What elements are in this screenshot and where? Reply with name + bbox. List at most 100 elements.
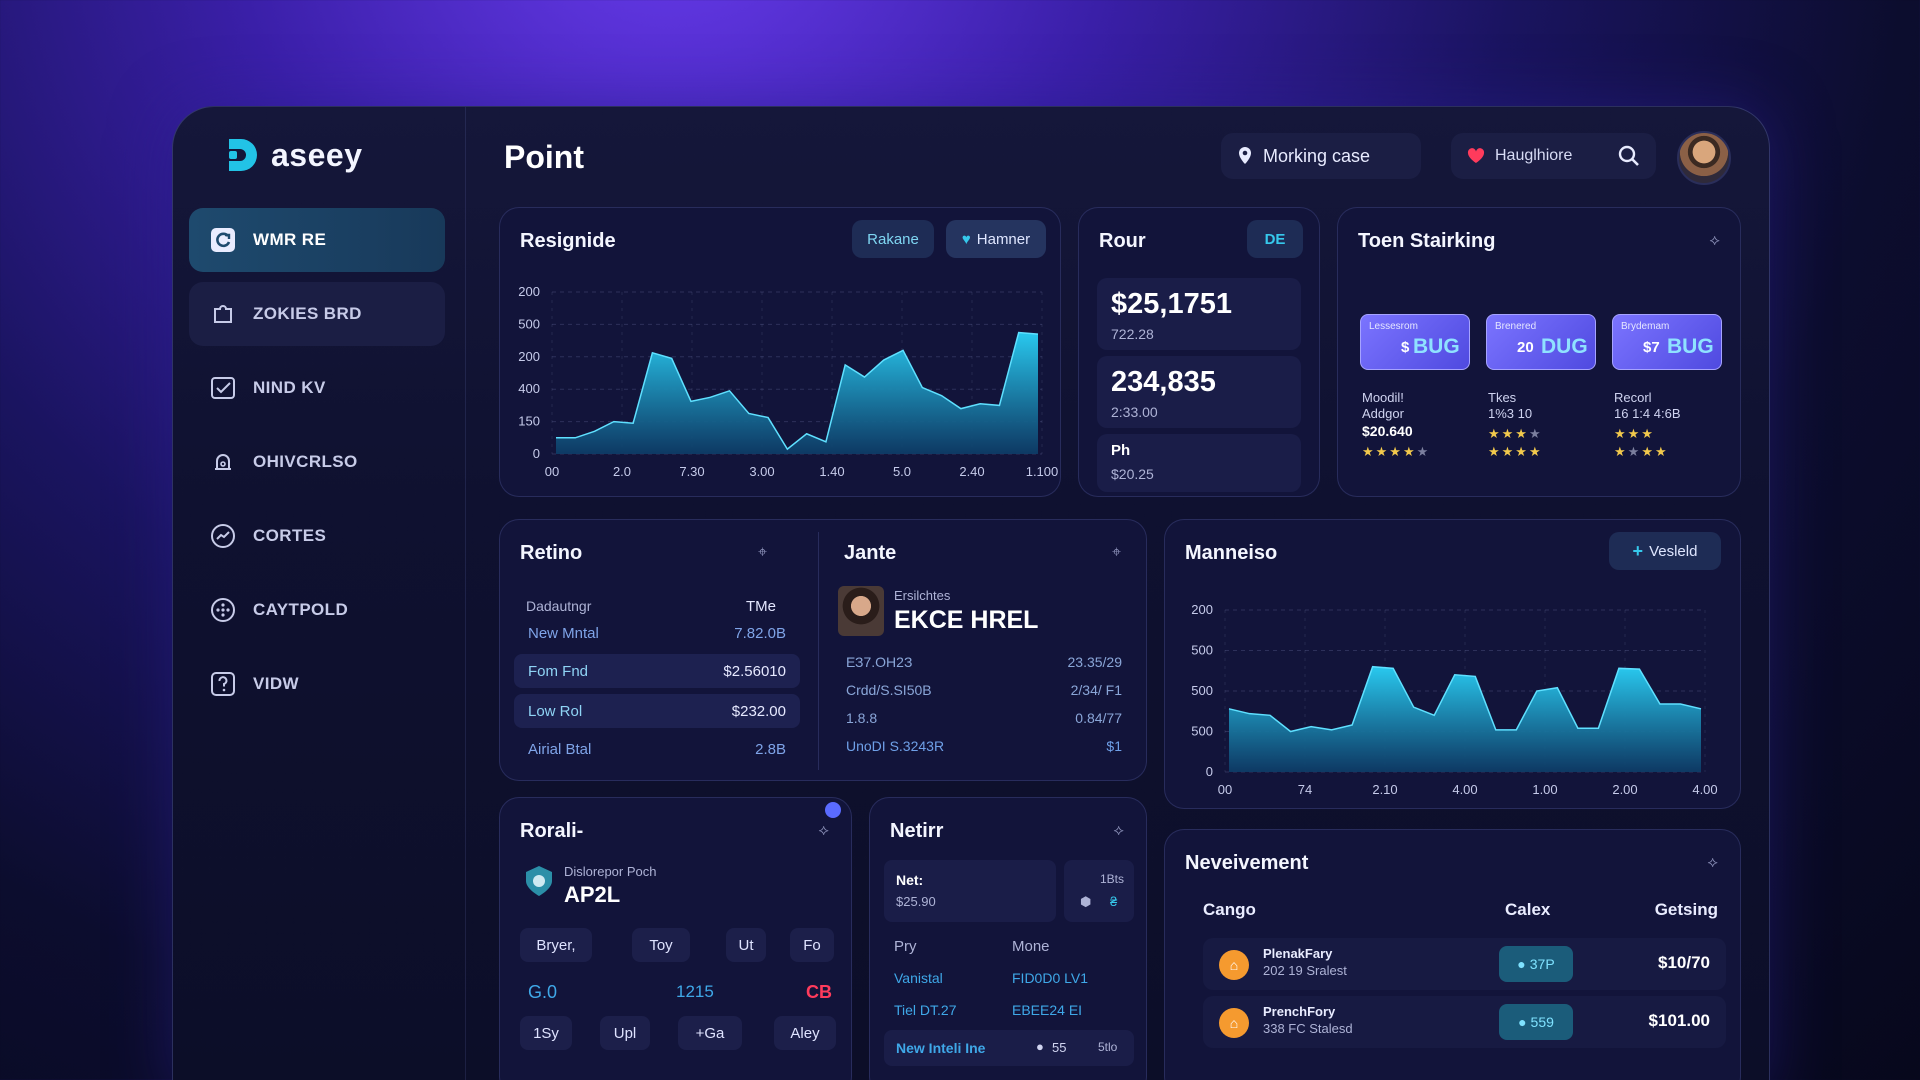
expand-icon[interactable]: ⟡	[1709, 232, 1720, 250]
row-label: Vanistal	[894, 970, 943, 986]
gift-icon: ⌂	[1219, 1008, 1249, 1038]
badge-bottom: BUG	[1667, 335, 1714, 358]
chip-1sy[interactable]: 1Sy	[520, 1016, 572, 1050]
toen-stairking-card: Toen Stairking ⟡ Lessesrom $ BUG Brenere…	[1337, 207, 1741, 497]
badge-top: Brenered	[1495, 321, 1537, 332]
rour-badge-button[interactable]: DE	[1247, 220, 1303, 258]
badge-bottom: BUG	[1413, 335, 1460, 358]
card-title: Retino	[520, 542, 583, 564]
favorites-label: Hauglhiore	[1495, 147, 1573, 164]
chip-aley[interactable]: Aley	[774, 1016, 836, 1050]
sidebar-item-wmr-re[interactable]: WMR RE	[189, 208, 445, 272]
sidebar-item-nind-kv[interactable]: NIND KV	[189, 356, 445, 420]
y-tick-label: 500	[1191, 643, 1213, 658]
chip-upl[interactable]: Upl	[600, 1016, 650, 1050]
item-line: 1%3 10	[1488, 406, 1533, 421]
sidebar-item-label: OHIVCRLSO	[253, 452, 358, 471]
profile-sub: Ersilchtes	[894, 588, 951, 603]
resignide-area-chart: 200500200400150000 2.0 7.30 3.00 1.40 5.0 2.40…	[518, 284, 1058, 479]
badge-card-1[interactable]: Lessesrom $ BUG	[1360, 314, 1470, 370]
sidebar-item-cortes[interactable]: CORTES	[189, 504, 445, 568]
side-label: 1Bts	[1099, 872, 1124, 886]
row-name: PrenchFory	[1263, 1004, 1336, 1019]
search-icon[interactable]	[1618, 145, 1640, 167]
x-tick-label: 4.00	[1452, 782, 1477, 797]
x-tick-label: 1.00	[1532, 782, 1557, 797]
row-value: $1	[1106, 738, 1122, 754]
badge-prefix: $	[1401, 339, 1410, 356]
row-value: 2/34/ F1	[1070, 682, 1122, 698]
user-avatar[interactable]	[1677, 131, 1731, 185]
row-amount: $10/70	[1658, 953, 1710, 972]
y-tick-label: 400	[518, 381, 540, 396]
location-selector[interactable]: Morking case	[1221, 133, 1421, 179]
table-row[interactable]: New Mntal 7.82.0B	[514, 616, 800, 650]
table-row[interactable]: ⌂ PrenchFory 338 FC Stalesd ● 559 $101.00	[1203, 996, 1726, 1048]
brand-name: aseey	[271, 136, 363, 173]
profile-name: EKCE HREL	[894, 606, 1039, 634]
sidebar-item-zokies-brd[interactable]: ZOKIES BRD	[189, 282, 445, 346]
x-tick-label: 74	[1298, 782, 1312, 797]
footer-label: New Inteli Ine	[896, 1040, 986, 1056]
row-value: $232.00	[731, 702, 786, 720]
x-tick-label: 00	[545, 464, 559, 479]
col-header-2: Mone	[1012, 938, 1050, 955]
y-tick-label: 500	[1191, 683, 1213, 698]
area-series	[556, 332, 1038, 454]
table-row[interactable]: ⌂ PlenakFary 202 19 Sralest ● 37P $10/70	[1203, 938, 1726, 990]
row-label: Fom Fnd	[528, 662, 589, 680]
drop-icon: ●	[1518, 1014, 1527, 1030]
rour-badge-label: DE	[1264, 230, 1286, 248]
chip-ga[interactable]: +Ga	[678, 1016, 742, 1050]
neveivement-card: Neveivement ⟡ Cango Calex Getsing ⌂ Plen…	[1164, 829, 1741, 1080]
card-title: Netirr	[890, 820, 944, 842]
row-value: EBEE24 EI	[1012, 1002, 1083, 1018]
x-tick-label: 00	[1218, 782, 1232, 797]
bell-icon	[209, 448, 237, 476]
checkbox-icon	[209, 374, 237, 402]
sidebar-item-ohivcrlso[interactable]: OHIVCRLSO	[189, 430, 445, 494]
stat-label: Ph	[1111, 442, 1131, 459]
col-header-getsing: Getsing	[1654, 900, 1718, 919]
tab-ut[interactable]: Ut	[726, 928, 766, 962]
card-title: Rorali-	[520, 820, 584, 842]
item-line: Tkes	[1488, 390, 1517, 405]
table-row[interactable]: Fom Fnd $2.56010	[514, 654, 800, 688]
pin-icon[interactable]: ⌖	[758, 544, 767, 562]
tab-bryer[interactable]: Bryer,	[520, 928, 592, 962]
badge-top: Brydemam	[1621, 321, 1670, 332]
y-tick-label: 0	[1206, 764, 1213, 779]
sidebar-item-label: WMR RE	[253, 230, 327, 249]
stat-sub: 2:33.00	[1111, 404, 1158, 420]
sidebar-item-vidw[interactable]: VIDW	[189, 652, 445, 716]
net-box: Net: $25.90	[884, 860, 1056, 922]
row-sub: 202 19 Sralest	[1263, 963, 1347, 978]
tab-fo[interactable]: Fo	[790, 928, 834, 962]
side-box[interactable]: 1Bts ⬢ ₴	[1064, 860, 1134, 922]
notification-dot	[825, 802, 841, 818]
brand-logo[interactable]: aseey	[225, 135, 362, 175]
favorites-search[interactable]: Hauglhiore	[1451, 133, 1656, 179]
rating-stars: ★★★★	[1488, 444, 1543, 459]
tab-toy[interactable]: Toy	[632, 928, 690, 962]
location-pin-icon	[1239, 147, 1251, 164]
expand-icon[interactable]: ⟡	[1113, 822, 1124, 840]
sidebar-item-label: VIDW	[253, 674, 299, 693]
expand-icon[interactable]: ⟡	[1707, 854, 1718, 872]
table-row[interactable]: Airial Btal 2.8B	[514, 732, 800, 766]
toggle-icon: ●	[1036, 1039, 1044, 1054]
footer-row[interactable]: New Inteli Ine ● 55 5tlo	[884, 1030, 1134, 1066]
badge-card-2[interactable]: Brenered 20 DUG	[1486, 314, 1596, 370]
pin-icon[interactable]: ⌖	[1112, 544, 1121, 562]
sidebar-item-caytpold[interactable]: CAYTPOLD	[189, 578, 445, 642]
card-title: Toen Stairking	[1358, 230, 1496, 252]
row-label: UnoDI S.3243R	[846, 738, 945, 754]
value-mid: 1215	[676, 982, 714, 1001]
badge-card-3[interactable]: Brydemam $7 BUG	[1612, 314, 1722, 370]
expand-icon[interactable]: ⟡	[818, 822, 829, 840]
x-tick-label: 2.10	[1372, 782, 1397, 797]
rorali-sub: Dislorepor Poch	[564, 864, 657, 879]
table-row[interactable]: Low Rol $232.00	[514, 694, 800, 728]
row-value: 23.35/29	[1067, 654, 1123, 670]
shield-badge-icon	[526, 866, 552, 896]
